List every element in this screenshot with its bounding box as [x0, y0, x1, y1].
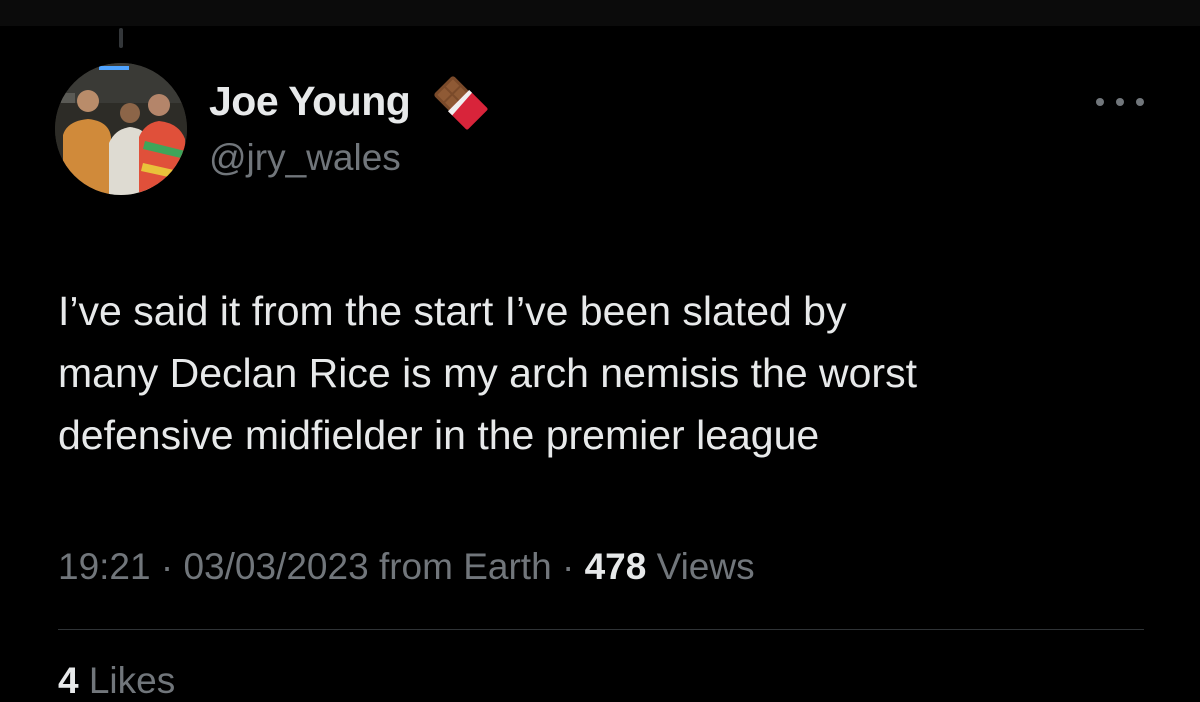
more-dot: [1096, 98, 1104, 106]
avatar-photo: [55, 63, 187, 195]
tweet-source: from Earth: [368, 546, 552, 587]
display-name[interactable]: Joe Young: [209, 78, 411, 125]
tweet-text-line: I’ve said it from the start I’ve been sl…: [58, 288, 847, 334]
divider: [58, 629, 1144, 630]
chocolate-bar-icon: [430, 72, 490, 132]
more-options-icon[interactable]: [1096, 92, 1144, 112]
thread-connector-line: [119, 28, 123, 48]
more-dot: [1116, 98, 1124, 106]
views-label: Views: [646, 546, 755, 587]
more-dot: [1136, 98, 1144, 106]
separator-dot: ·: [551, 546, 585, 587]
tweet-text-line: many Declan Rice is my arch nemisis the …: [58, 350, 917, 396]
likes-link[interactable]: 4 Likes: [58, 660, 175, 702]
tweet-text-line: defensive midfielder in the premier leag…: [58, 412, 820, 458]
tweet-time[interactable]: 19:21: [58, 546, 151, 587]
top-strip: [0, 0, 1200, 26]
user-handle[interactable]: @jry_wales: [209, 137, 401, 179]
tweet-text: I’ve said it from the start I’ve been sl…: [58, 280, 1168, 466]
avatar[interactable]: [55, 63, 187, 195]
tweet-date[interactable]: 03/03/2023: [183, 546, 368, 587]
separator-dot: ·: [150, 546, 184, 587]
views-count: 478: [584, 546, 647, 587]
tweet-metadata: 19:21 · 03/03/2023 from Earth · 478 View…: [58, 546, 755, 588]
